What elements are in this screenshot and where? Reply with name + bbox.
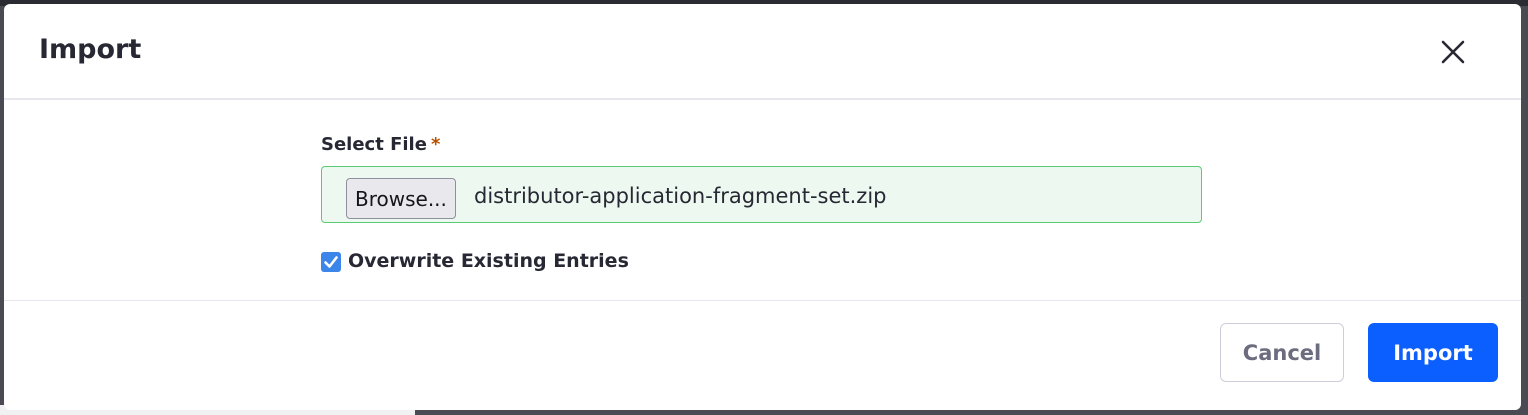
- close-button[interactable]: [1438, 37, 1468, 67]
- select-file-label-text: Select File: [321, 134, 427, 155]
- dialog-body: Select File * Browse... distributor-appli…: [4, 100, 1521, 301]
- import-button[interactable]: Import: [1368, 323, 1498, 382]
- browse-button[interactable]: Browse...: [346, 178, 456, 219]
- selected-file-name: distributor-application-fragment-set.zip: [474, 184, 887, 208]
- select-file-label: Select File *: [321, 134, 440, 155]
- file-input[interactable]: Browse... distributor-application-fragme…: [321, 166, 1202, 223]
- dialog-title: Import: [39, 34, 142, 65]
- dialog-footer: Cancel Import: [4, 301, 1521, 410]
- close-icon: [1441, 40, 1465, 64]
- import-dialog: Import Select File * Browse... distributo…: [4, 4, 1521, 410]
- cancel-button[interactable]: Cancel: [1220, 323, 1344, 382]
- dialog-header: Import: [4, 4, 1521, 100]
- checkmark-icon: [324, 256, 338, 268]
- overwrite-label[interactable]: Overwrite Existing Entries: [348, 250, 629, 272]
- required-marker: *: [430, 134, 441, 155]
- overwrite-checkbox[interactable]: [321, 252, 341, 272]
